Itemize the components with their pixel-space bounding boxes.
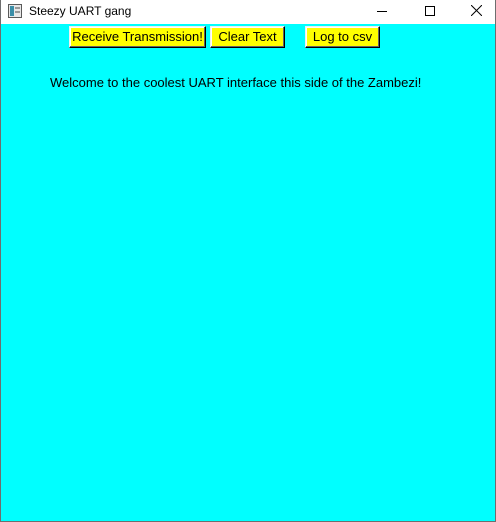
close-icon <box>470 3 482 21</box>
receive-transmission-button[interactable]: Receive Transmission! <box>69 26 206 48</box>
maximize-icon <box>425 3 435 21</box>
app-window: Steezy UART gang Receive Transmission! C… <box>0 0 496 522</box>
log-to-csv-button[interactable]: Log to csv <box>305 26 380 48</box>
minimize-button[interactable] <box>359 0 405 24</box>
clear-text-button[interactable]: Clear Text <box>210 26 285 48</box>
close-button[interactable] <box>453 0 496 24</box>
title-bar[interactable]: Steezy UART gang <box>1 0 495 24</box>
maximize-button[interactable] <box>407 0 453 24</box>
window-title: Steezy UART gang <box>29 4 132 18</box>
welcome-message: Welcome to the coolest UART interface th… <box>50 75 422 90</box>
app-icon <box>8 4 22 18</box>
minimize-icon <box>377 3 387 21</box>
main-panel: Receive Transmission! Clear Text Log to … <box>1 24 495 521</box>
